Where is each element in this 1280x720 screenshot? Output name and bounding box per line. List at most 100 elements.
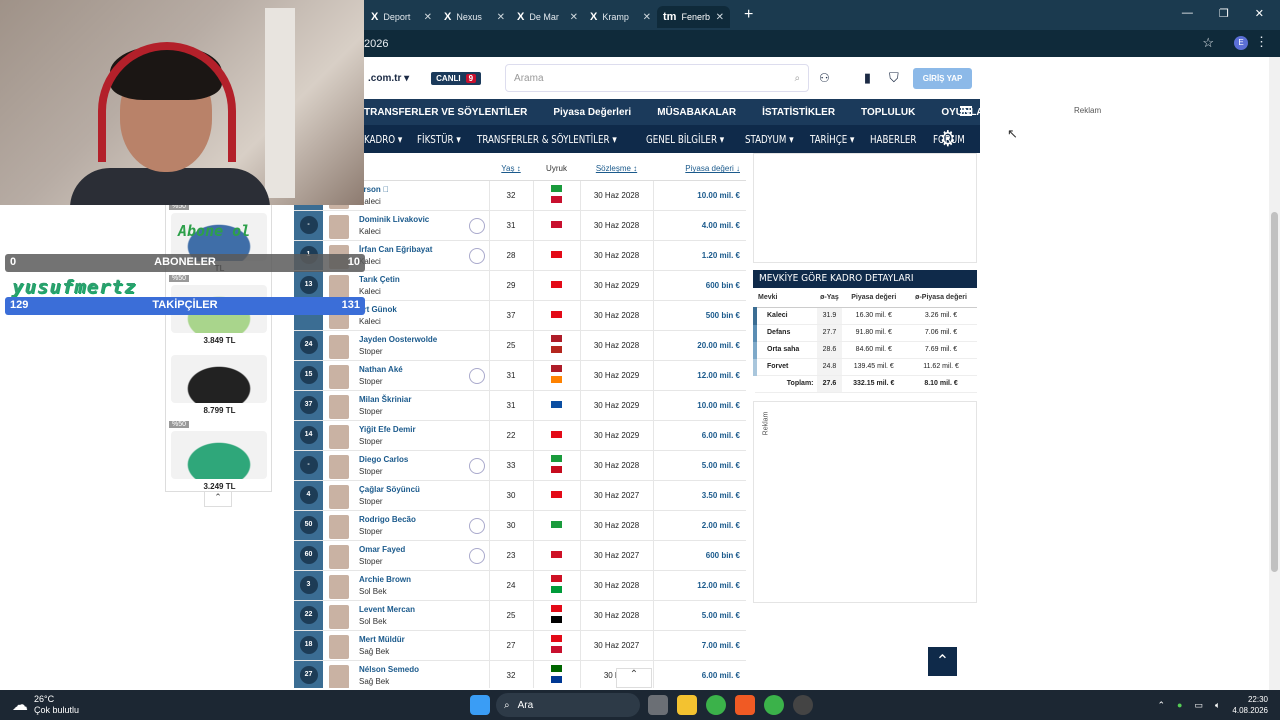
page-scrollbar[interactable] bbox=[1269, 57, 1280, 690]
shoe-price[interactable]: 8.799 TL bbox=[166, 406, 273, 415]
browser-tab[interactable]: X De Mar ✕ bbox=[511, 6, 584, 28]
menu-dots-icon[interactable]: ⋮ bbox=[1255, 34, 1268, 50]
market-value[interactable]: 7.00 mil. € bbox=[652, 630, 746, 661]
nav-main-item[interactable]: MÜSABAKALAR bbox=[657, 107, 736, 118]
market-value[interactable]: 1.20 mil. € bbox=[652, 240, 746, 271]
table-row[interactable]: 60 Omar Fayed Stoper 23 30 Haz 2027 600 bin € bbox=[294, 540, 746, 571]
table-row[interactable]: 13 Tarık Çetin Kaleci 29 30 Haz 2029 600 bin … bbox=[294, 270, 746, 301]
tray-chevron-icon[interactable]: ⌃ bbox=[1158, 700, 1166, 711]
nav-sub-item[interactable]: GENEL BİLGİLER ▾ bbox=[646, 133, 724, 146]
mic-icon[interactable]: ● bbox=[1177, 700, 1182, 710]
player-name[interactable]: ert Günok bbox=[359, 305, 489, 314]
profile-icon[interactable]: E bbox=[1234, 36, 1248, 50]
tab-close-icon[interactable]: ✕ bbox=[716, 12, 724, 23]
nav-sub-item[interactable]: KADRO ▾ bbox=[364, 133, 402, 146]
shoe-price[interactable]: 3.249 TL bbox=[166, 482, 273, 491]
tab-close-icon[interactable]: ✕ bbox=[570, 12, 578, 23]
market-value[interactable]: 600 bin € bbox=[652, 270, 746, 301]
window-controls[interactable]: — ❐ ✕ bbox=[1166, 0, 1280, 27]
col-contract[interactable]: Sözleşme ↕ bbox=[580, 158, 653, 181]
market-value[interactable]: 10.00 mil. € bbox=[652, 390, 746, 421]
shop-collapse-chevron-icon[interactable]: ⌃ bbox=[204, 491, 232, 507]
chrome-profile-icon[interactable] bbox=[764, 695, 784, 715]
network-icon[interactable]: ▭ bbox=[1194, 700, 1203, 711]
table-row[interactable]: 3 Archie Brown Sol Bek 24 30 Haz 2028 12.00 m… bbox=[294, 570, 746, 601]
player-name[interactable]: erson ⃠ bbox=[359, 185, 489, 194]
market-value[interactable]: 5.00 mil. € bbox=[652, 450, 746, 481]
shoe-image[interactable] bbox=[171, 355, 267, 403]
club-logo-icon[interactable] bbox=[468, 367, 485, 384]
live-badge[interactable]: CANLI 9 bbox=[431, 71, 482, 85]
table-row[interactable]: - Diego Carlos Stoper 33 30 Haz 2028 5.00 mil… bbox=[294, 450, 746, 481]
site-domain[interactable]: .com.tr ▾ bbox=[368, 73, 409, 84]
bookmark-star-icon[interactable]: ☆ bbox=[1202, 35, 1214, 51]
nav-sub-item[interactable]: HABERLER bbox=[870, 133, 916, 146]
col-value[interactable]: Piyasa değeri ↓ bbox=[653, 158, 746, 181]
url-text[interactable]: 2026 bbox=[364, 38, 388, 50]
app-icon[interactable] bbox=[793, 695, 813, 715]
file-explorer-icon[interactable] bbox=[677, 695, 697, 715]
player-name[interactable]: Tarık Çetin bbox=[359, 275, 489, 284]
market-value[interactable]: 10.00 mil. € bbox=[652, 180, 746, 211]
minimize-icon[interactable]: — bbox=[1182, 7, 1193, 20]
browser-tab[interactable]: X Kramp ✕ bbox=[584, 6, 657, 28]
market-value[interactable]: 12.00 mil. € bbox=[652, 360, 746, 391]
search-input[interactable]: Arama ⌕ bbox=[505, 64, 810, 92]
nav-main-item[interactable]: İSTATİSTİKLER bbox=[762, 107, 835, 118]
player-name[interactable]: Jayden Oosterwolde bbox=[359, 335, 489, 344]
taskbar-search[interactable]: ⌕ Ara bbox=[496, 693, 640, 717]
tab-close-icon[interactable]: ✕ bbox=[424, 12, 432, 23]
login-button[interactable]: GİRİŞ YAP bbox=[912, 67, 973, 89]
nav-sub-item[interactable]: TARİHÇE ▾ bbox=[810, 133, 854, 146]
club-logo-icon[interactable] bbox=[468, 547, 485, 564]
market-value[interactable]: 2.00 mil. € bbox=[652, 510, 746, 541]
gear-icon[interactable]: ⚙ bbox=[940, 127, 956, 152]
bookmark-icon[interactable]: ▮ bbox=[864, 70, 871, 86]
market-value[interactable]: 6.00 mil. € bbox=[652, 420, 746, 451]
table-row[interactable]: 15 Nathan Aké Stoper 31 30 Haz 2029 12.00 mil… bbox=[294, 360, 746, 391]
player-name[interactable]: Mert Müldür bbox=[359, 635, 489, 644]
search-icon[interactable]: ⌕ bbox=[794, 73, 800, 84]
player-name[interactable]: Nélson Semedo bbox=[359, 665, 489, 674]
table-row[interactable]: 4 Çağlar Söyüncü Stoper 30 30 Haz 2027 3.50 m… bbox=[294, 480, 746, 511]
restore-icon[interactable]: ❐ bbox=[1219, 7, 1229, 20]
nav-main-item[interactable]: TRANSFERLER VE SÖYLENTİLER bbox=[364, 107, 527, 118]
shoe-image[interactable] bbox=[171, 431, 267, 479]
user-search-icon[interactable]: ⚇ bbox=[819, 71, 830, 85]
player-name[interactable]: Levent Mercan bbox=[359, 605, 489, 614]
table-row[interactable]: 37 Milan Škriniar Stoper 31 30 Haz 2029 10.00… bbox=[294, 390, 746, 421]
market-value[interactable]: 20.00 mil. € bbox=[652, 330, 746, 361]
chrome-icon[interactable] bbox=[706, 695, 726, 715]
new-tab-button[interactable]: + bbox=[744, 6, 753, 24]
table-row[interactable]: 27Nélson SemedoSağ Bek3230 Haz6.00 mil. … bbox=[294, 660, 746, 688]
player-name[interactable]: Yiğit Efe Demir bbox=[359, 425, 489, 434]
club-logo-icon[interactable] bbox=[468, 457, 485, 474]
market-value[interactable]: 600 bin € bbox=[652, 540, 746, 571]
table-row[interactable]: - Dominik Livakovic Kaleci 31 30 Haz 2028 4.0… bbox=[294, 210, 746, 241]
windows-start-icon[interactable] bbox=[470, 695, 490, 715]
market-value[interactable]: 12.00 mil. € bbox=[652, 570, 746, 601]
browser-tab[interactable]: tm Fenerb ✕ bbox=[657, 6, 730, 28]
col-age[interactable]: Yaş ↕ bbox=[489, 158, 533, 181]
collapse-button[interactable]: ⌃ bbox=[616, 668, 652, 688]
tab-close-icon[interactable]: ✕ bbox=[643, 12, 651, 23]
table-row[interactable]: 18 Mert Müldür Sağ Bek 27 30 Haz 2027 7.00 mi… bbox=[294, 630, 746, 661]
club-logo-icon[interactable] bbox=[468, 247, 485, 264]
table-row[interactable]: 22 Levent Mercan Sol Bek 25 30 Haz 2028 5.00 … bbox=[294, 600, 746, 631]
scrollbar-thumb[interactable] bbox=[1271, 212, 1278, 572]
nav-sub-item[interactable]: STADYUM ▾ bbox=[745, 133, 794, 146]
club-logo-icon[interactable] bbox=[468, 517, 485, 534]
nav-main-item[interactable]: TOPLULUK bbox=[861, 107, 915, 118]
table-row[interactable]: 50 Rodrigo Becão Stoper 30 30 Haz 2028 2.00 m… bbox=[294, 510, 746, 541]
clock[interactable]: 22:30 4.08.2026 bbox=[1232, 694, 1268, 716]
table-row[interactable]: 14 Yiğit Efe Demir Stoper 22 30 Haz 2029 6.00… bbox=[294, 420, 746, 451]
nav-sub-item[interactable]: TRANSFERLER & SÖYLENTİLER ▾ bbox=[477, 133, 617, 146]
weather-widget[interactable]: ☁ 26°C Çok bulutlu bbox=[12, 694, 79, 716]
market-value[interactable]: 6.00 mil. € bbox=[652, 660, 746, 688]
market-value[interactable]: 3.50 mil. € bbox=[652, 480, 746, 511]
market-value[interactable]: 5.00 mil. € bbox=[652, 600, 746, 631]
player-name[interactable]: Çağlar Söyüncü bbox=[359, 485, 489, 494]
browser-tab[interactable]: X Nexus ✕ bbox=[438, 6, 511, 28]
shoe-price[interactable]: 3.849 TL bbox=[166, 336, 273, 345]
browser-tab[interactable]: X Deport ✕ bbox=[365, 6, 438, 28]
